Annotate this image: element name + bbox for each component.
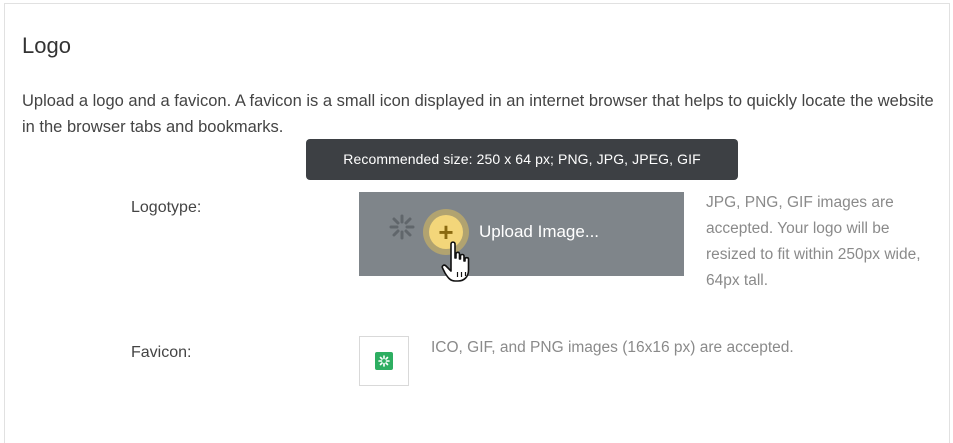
upload-image-label: Upload Image... [479,222,600,241]
section-description: Upload a logo and a favicon. A favicon i… [22,92,934,136]
favicon-help-text: ICO, GIF, and PNG images (16x16 px) are … [431,339,794,356]
logotype-label: Logotype: [131,199,202,216]
section-title: Logo [22,33,71,58]
favicon-upload-box[interactable] [359,336,409,386]
logotype-help-text: JPG, PNG, GIF images are accepted. Your … [706,194,921,289]
favicon-preview-icon [375,352,393,370]
favicon-label: Favicon: [131,344,192,361]
hand-pointer-icon [441,241,470,282]
logotype-upload-area[interactable]: + Upload Image... [359,192,684,276]
recommended-size-tooltip: Recommended size: 250 x 64 px; PNG, JPG,… [306,139,738,180]
logo-preview-watermark [389,214,421,247]
